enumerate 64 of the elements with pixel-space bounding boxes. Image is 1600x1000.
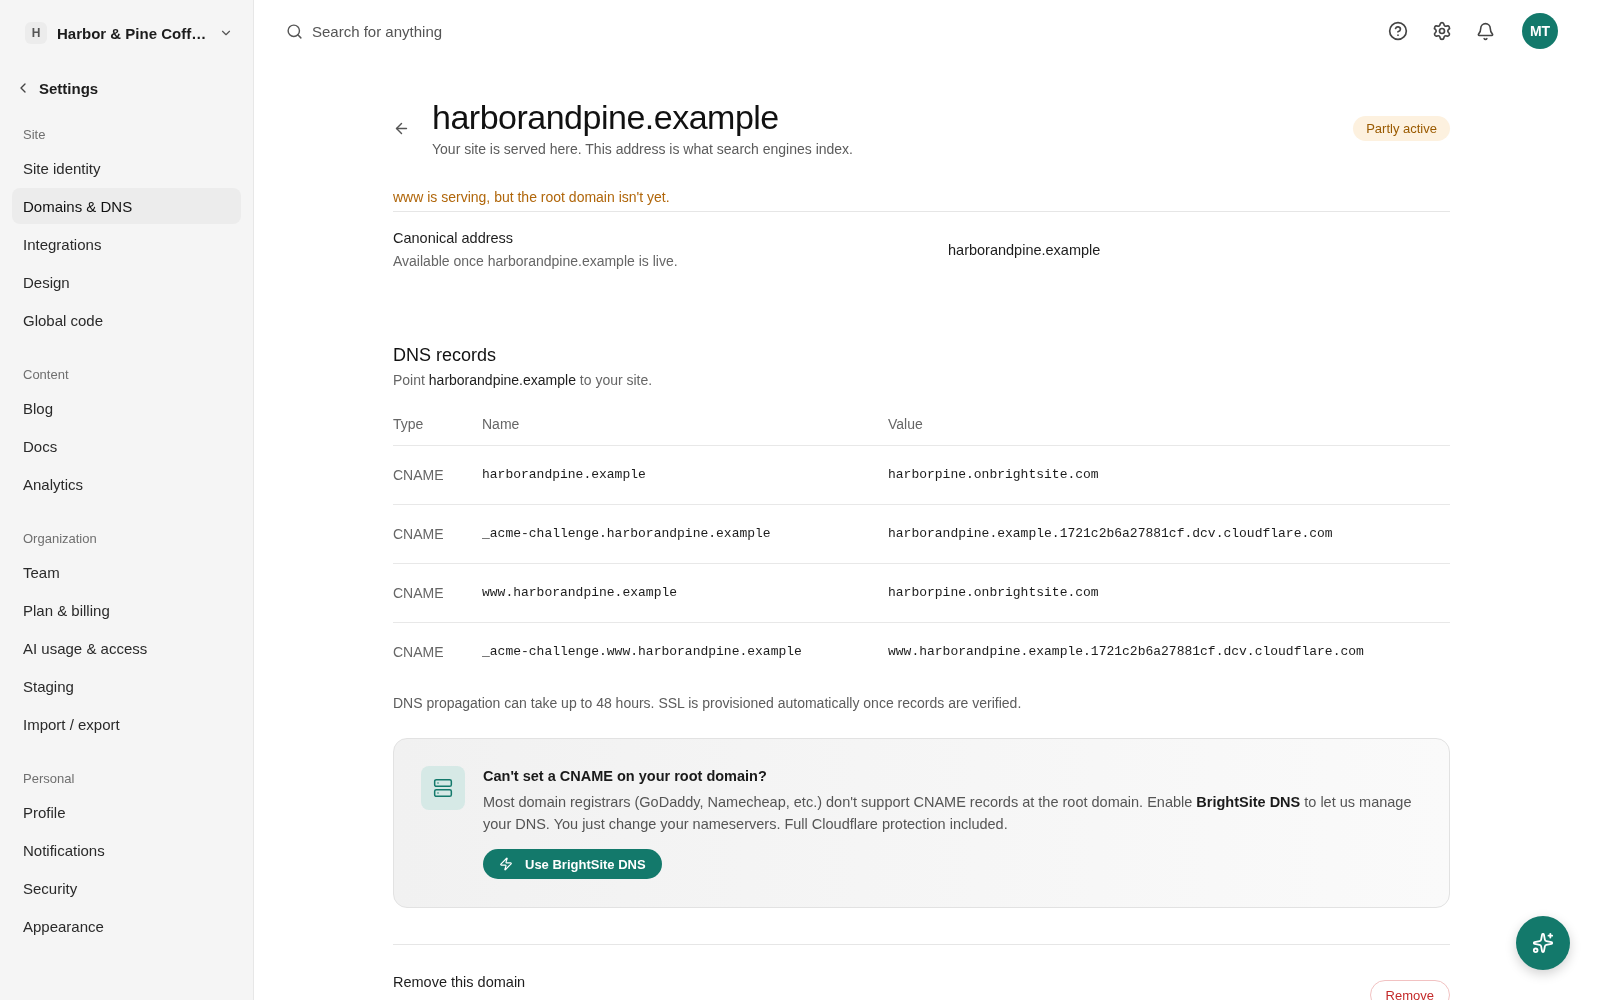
table-cell-text: CNAME bbox=[393, 525, 445, 544]
setting-value: harborandpine.example bbox=[948, 241, 1102, 258]
server-icon bbox=[421, 766, 465, 810]
table-cell-text: CNAME bbox=[393, 584, 445, 603]
sparkles-icon bbox=[1532, 932, 1554, 954]
page-subtitle: Your site is served here. This address is what search engines index. bbox=[432, 140, 854, 159]
column-header: Value bbox=[888, 415, 924, 434]
column-header: Type bbox=[393, 415, 425, 434]
user-avatar[interactable]: MT bbox=[1522, 13, 1558, 49]
sidebar-item[interactable]: Profile bbox=[12, 794, 241, 830]
sidebar-item[interactable]: Global code bbox=[12, 302, 241, 338]
sidebar-item[interactable]: Blog bbox=[12, 390, 241, 426]
sidebar-item[interactable]: Domains & DNS bbox=[12, 188, 241, 224]
sidebar-item[interactable]: Analytics bbox=[12, 466, 241, 502]
table-cell-text: harborandpine.example.1721c2b6a27881cf.dcv.cloudflare.com bbox=[888, 525, 1334, 543]
sidebar-item[interactable]: Security bbox=[12, 870, 241, 906]
table-cell-text: CNAME bbox=[393, 466, 445, 485]
search-icon bbox=[286, 22, 303, 40]
section-title: DNS records bbox=[393, 344, 498, 367]
danger-title: Remove this domain bbox=[393, 973, 526, 992]
table-cell-text: harborpine.onbrightsite.com bbox=[888, 466, 1100, 484]
callout-text: Most domain registrars (GoDaddy, Namecheap, etc.) don't support CNAME records at the root domain. Enable BrightSite DNS to let us manage your DNS. You just change your nameservers. Full Cloudflare protection included. bbox=[483, 793, 1413, 834]
setting-description: Available once harborandpine.example is live. bbox=[393, 252, 679, 271]
table-cell-text: www.harborandpine.example bbox=[482, 584, 679, 602]
help-icon[interactable] bbox=[1388, 21, 1408, 41]
workspace-switcher[interactable]: H Harbor & Pine Coff… bbox=[12, 14, 241, 52]
sidebar-item[interactable]: Design bbox=[12, 264, 241, 300]
sidebar-item[interactable]: Site identity bbox=[12, 150, 241, 186]
section-label: Personal bbox=[22, 771, 76, 787]
settings-back-link[interactable]: Settings bbox=[12, 76, 99, 100]
sidebar-item[interactable]: Integrations bbox=[12, 226, 241, 262]
section-label: Site bbox=[22, 127, 47, 143]
sidebar-item[interactable]: Import / export bbox=[12, 706, 241, 742]
remove-button[interactable]: Remove bbox=[1369, 980, 1450, 1000]
table-cell-text: CNAME bbox=[393, 643, 445, 662]
callout-title: Can't set a CNAME on your root domain? bbox=[483, 767, 767, 786]
search-field[interactable]: Search for anything bbox=[312, 19, 612, 43]
section-description: Point harborandpine.example to your site. bbox=[393, 371, 654, 390]
sidebar-item[interactable]: Plan & billing bbox=[12, 592, 241, 628]
sidebar-item[interactable]: AI usage & access bbox=[12, 630, 241, 666]
table-cell-text: harborandpine.example bbox=[482, 466, 647, 484]
settings-icon[interactable] bbox=[1432, 21, 1452, 41]
table-cell-text: www.harborandpine.example.1721c2b6a27881cf.dcv.cloudflare.com bbox=[888, 643, 1365, 661]
assistant-button[interactable] bbox=[1516, 916, 1570, 970]
use-dns-button[interactable]: Use BrightSite DNS bbox=[483, 849, 662, 879]
table-cell-text: _acme-challenge.www.harborandpine.example bbox=[482, 643, 803, 661]
setting-label: Canonical address bbox=[393, 229, 515, 248]
dns-note: DNS propagation can take up to 48 hours. SSL is provisioned automatically once records are verified. bbox=[393, 694, 1023, 713]
page-title: harborandpine.example bbox=[432, 97, 780, 137]
sidebar-item[interactable]: Docs bbox=[12, 428, 241, 464]
sidebar-item[interactable]: Notifications bbox=[12, 832, 241, 868]
bell-icon[interactable] bbox=[1476, 21, 1495, 41]
sidebar-item[interactable]: Appearance bbox=[12, 908, 241, 944]
warning-message: www is serving, but the root domain isn't yet. bbox=[393, 187, 1450, 212]
workspace-initial: H bbox=[25, 22, 47, 44]
section-label: Organization bbox=[22, 531, 98, 547]
sidebar-item[interactable]: Team bbox=[12, 554, 241, 590]
status-badge: Partly active bbox=[1353, 115, 1450, 141]
table-cell-text: _acme-challenge.harborandpine.example bbox=[482, 525, 772, 543]
lightning-icon bbox=[499, 857, 513, 871]
section-label: Content bbox=[22, 367, 70, 383]
table-cell-text: harborpine.onbrightsite.com bbox=[888, 584, 1100, 602]
column-header: Name bbox=[482, 415, 521, 434]
sidebar-item[interactable]: Staging bbox=[12, 668, 241, 704]
